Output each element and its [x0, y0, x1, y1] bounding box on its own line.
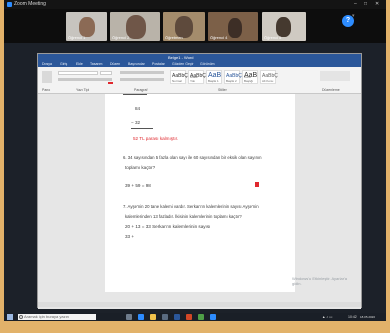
word-status-bar	[38, 302, 361, 307]
doc-line: 20 + 13 = 33 Serkan'ın kalemlerinin sayı…	[125, 224, 211, 229]
search-icon	[19, 315, 23, 319]
participant-video	[79, 17, 95, 37]
zoom-title-bar: Zoom Meeting – □ ✕	[4, 0, 386, 9]
taskbar-clock[interactable]: 10:42	[348, 314, 357, 320]
tab-layout[interactable]: Düzen	[110, 62, 120, 66]
style-subtitle[interactable]: AaBbÇ Alt Konu	[260, 70, 278, 84]
doc-answer: 52 TL parası kalmıştır.	[133, 136, 179, 141]
style-label: Normal	[172, 79, 182, 83]
doc-line: toplamı kaçtır?	[125, 165, 156, 170]
maximize-button[interactable]: □	[364, 1, 367, 7]
font-size-select[interactable]	[100, 71, 112, 75]
style-label: Başlık 2	[226, 79, 237, 83]
taskbar-date[interactable]: 18.05.2020	[360, 314, 375, 320]
tab-home[interactable]: Giriş	[60, 62, 67, 66]
document-page[interactable]: 84 − 32 52 TL parası kalmıştır. 6. 34 sa…	[105, 94, 295, 292]
doc-line: 84	[135, 106, 141, 111]
paste-icon[interactable]	[42, 71, 52, 83]
ribbon-group-paragraph: Paragraf	[134, 88, 148, 92]
participant-tile[interactable]: Öğretmen	[163, 12, 205, 41]
doc-line: 33 +	[125, 234, 135, 239]
style-label: Aralık Yok	[190, 75, 198, 83]
doc-answer: 39 + 59 = 98	[125, 183, 151, 188]
style-title[interactable]: AaB Konu Başlığı	[242, 70, 258, 84]
participant-tile[interactable]: Öğrenci 5	[262, 12, 306, 41]
zoom-window-title: Zoom Meeting	[14, 1, 46, 7]
ribbon-group-editing: Düzenleme	[322, 88, 340, 92]
info-icon[interactable]: ?	[342, 15, 354, 27]
editing-group[interactable]	[320, 71, 350, 81]
windows-start-icon[interactable]	[7, 314, 13, 320]
activation-watermark: Windows'u Etkinleştir. Ayarlar'a gidin.	[292, 276, 348, 286]
participant-name: Öğrenci 2	[112, 35, 130, 40]
file-explorer-icon[interactable]	[150, 314, 156, 320]
doc-question: 7. Ayşe'nin 20 tane kalemi vardır. Serka…	[123, 204, 259, 209]
search-placeholder: Aramak için buraya yazın	[24, 314, 69, 319]
style-no-spacing[interactable]: AaBbÇ Aralık Yok	[188, 70, 206, 84]
minimize-button[interactable]: –	[354, 1, 357, 7]
style-label: Konu Başlığı	[244, 75, 254, 83]
store-icon[interactable]	[162, 314, 168, 320]
word-window: Belge1 - Word Dosya Giriş Ekle Tasarım D…	[37, 53, 362, 309]
zoom-taskbar-icon[interactable]	[210, 314, 216, 320]
participant-tile[interactable]: Öğrenci 4	[208, 12, 258, 41]
edge-icon[interactable]	[138, 314, 144, 320]
font-color-icon[interactable]	[108, 82, 113, 84]
ribbon-group-clipboard: Pano	[42, 88, 51, 92]
participant-video	[228, 18, 242, 38]
tab-references[interactable]: Başvurular	[128, 62, 145, 66]
font-name-select[interactable]	[58, 71, 98, 75]
taskbar-search-input[interactable]: Aramak için buraya yazın	[18, 314, 96, 320]
style-label: Başlık 1	[208, 79, 219, 83]
math-underline	[123, 94, 147, 95]
participant-tile[interactable]: Öğrenci 2	[110, 12, 160, 41]
powerpoint-icon[interactable]	[186, 314, 192, 320]
word-document-title: Belge1 - Word	[168, 55, 194, 60]
text-highlight	[255, 182, 259, 187]
participant-name: Öğrenci 1	[68, 35, 86, 40]
style-label: Alt Konu	[262, 79, 274, 83]
task-view-icon[interactable]	[126, 314, 132, 320]
participant-name: Öğrenci 4	[210, 35, 228, 40]
tab-mailings[interactable]: Postalar	[152, 62, 165, 66]
style-normal[interactable]: AaBbÇ Normal	[170, 70, 188, 84]
participant-name: Öğretmen	[165, 35, 183, 40]
style-heading-1[interactable]: AaB Başlık 1	[206, 70, 222, 84]
alignment-buttons[interactable]	[120, 78, 164, 81]
zoom-app-icon	[7, 2, 12, 7]
font-format-buttons[interactable]	[58, 78, 112, 81]
chrome-icon[interactable]	[198, 314, 204, 320]
windows-taskbar: Aramak için buraya yazın ▲ ♪ ▭ 10:42 18.…	[4, 313, 386, 321]
tab-design[interactable]: Tasarım	[90, 62, 102, 66]
tab-file[interactable]: Dosya	[42, 62, 52, 66]
tab-review[interactable]: Gözden Geçir	[172, 62, 194, 66]
ribbon-group-font: Yazı Tipi	[76, 88, 90, 92]
doc-line: kalemlerinden 13 fazladır. İkisinin kale…	[125, 214, 242, 219]
participant-strip: Öğrenci 1 Öğrenci 2 Öğretmen Öğrenci 4 Ö…	[4, 9, 386, 43]
participant-tile[interactable]: Öğrenci 1	[66, 12, 107, 41]
doc-question: 6. 34 sayısından 5 fazla olan sayı ile 6…	[123, 155, 262, 160]
word-ribbon: AaBbÇ Normal AaBbÇ Aralık Yok AaB Başlık…	[38, 67, 361, 94]
doc-line: − 32	[131, 120, 141, 125]
paragraph-buttons[interactable]	[120, 71, 164, 74]
style-heading-2[interactable]: AaBbÇ Başlık 2	[224, 70, 242, 84]
math-underline	[131, 128, 153, 129]
close-button[interactable]: ✕	[375, 1, 379, 7]
word-taskbar-icon[interactable]	[174, 314, 180, 320]
system-tray-icons[interactable]: ▲ ♪ ▭	[322, 314, 332, 320]
ribbon-group-styles: Stiller	[218, 88, 227, 92]
participant-video	[276, 17, 291, 37]
participant-name: Öğrenci 5	[264, 35, 282, 40]
tab-view[interactable]: Görünüm	[200, 62, 215, 66]
tab-insert[interactable]: Ekle	[76, 62, 83, 66]
style-sample: AaB	[208, 72, 222, 79]
word-title-bar: Belge1 - Word	[38, 54, 361, 61]
